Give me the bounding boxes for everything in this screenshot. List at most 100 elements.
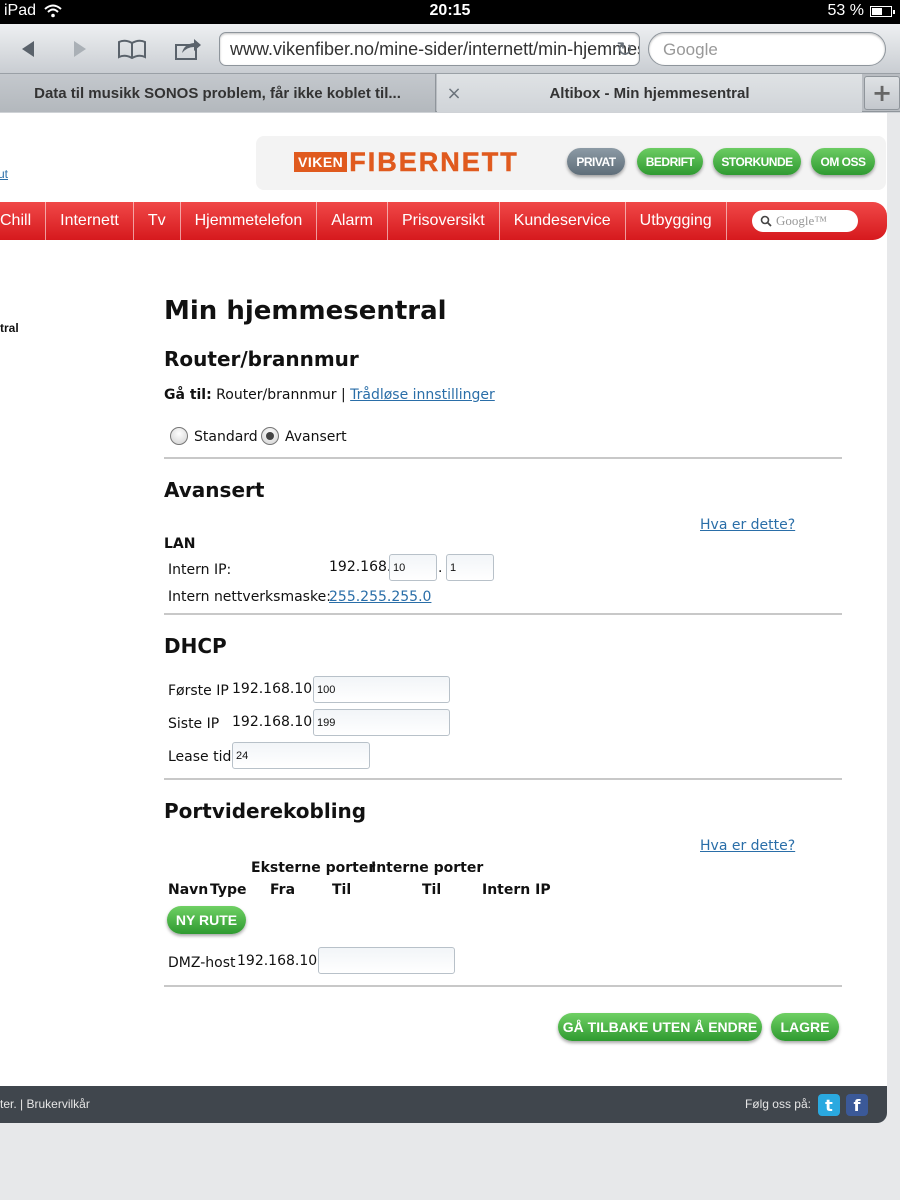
radio-avansert-label: Avansert — [285, 429, 347, 445]
tab-altibox[interactable]: Altibox - Min hjemmesentral — [437, 74, 862, 112]
menu-item-alarm[interactable]: Alarm — [317, 202, 388, 240]
menu-item-internett[interactable]: Internett — [46, 202, 134, 240]
radio-standard[interactable] — [170, 427, 188, 445]
help-link-lan[interactable]: Hva er dette? — [700, 517, 795, 533]
twitter-icon[interactable]: t — [818, 1094, 840, 1116]
dmz-host-input[interactable] — [318, 947, 455, 974]
tab-sonos-title: Data til musikk SONOS problem, får ikke … — [34, 84, 401, 102]
browser-search-field[interactable]: Google — [648, 32, 886, 66]
menu-item-chill[interactable]: Chill — [0, 202, 47, 240]
bookmarks-button[interactable] — [116, 34, 148, 64]
ny-rute-button[interactable]: NY RUTE — [167, 906, 246, 934]
footer-follow-label: Følg oss på: — [744, 1097, 811, 1111]
dmz-prefix: 192.168.10. — [237, 953, 322, 969]
dmz-label: DMZ-host — [168, 955, 236, 971]
back-button[interactable] — [12, 34, 44, 64]
col-group-internal: Interne porter — [371, 860, 484, 876]
menu-item-utbygging[interactable]: Utbygging — [626, 202, 727, 240]
nav-storkunde-button[interactable]: STORKUNDE — [713, 148, 801, 175]
netmask-value-link[interactable]: 255.255.255.0 — [329, 589, 431, 605]
col-header-navn: Navn — [168, 882, 209, 898]
menu-item-hjemmetelefon[interactable]: Hjemmetelefon — [181, 202, 318, 240]
forste-ip-prefix: 192.168.10. — [232, 681, 317, 697]
nav-privat-button[interactable]: PRIVAT — [567, 148, 625, 175]
side-logout-link[interactable]: ut — [0, 167, 8, 181]
radio-avansert[interactable] — [261, 427, 279, 445]
back-without-change-button[interactable]: GÅ TILBAKE UTEN Å ENDRE — [558, 1013, 762, 1041]
divider — [164, 457, 842, 459]
col-header-type: Type — [210, 882, 247, 898]
goto-separator: | — [340, 387, 346, 403]
menu-item-kundeservice[interactable]: Kundeservice — [500, 202, 626, 240]
siste-ip-input[interactable]: 199 — [313, 709, 450, 736]
netmask-label: Intern nettverksmaske: — [168, 589, 331, 605]
new-tab-button[interactable]: + — [864, 76, 900, 110]
siste-ip-label: Siste IP — [168, 716, 220, 732]
col-header-fra: Fra — [270, 882, 296, 898]
lease-input[interactable]: 24 — [232, 742, 370, 769]
section-title-portvidere: Portviderekobling — [164, 799, 367, 823]
intern-ip-octet3-input[interactable]: 10 — [389, 554, 437, 581]
goto-label: Gå til: — [164, 387, 212, 403]
col-header-til-internal: Til — [422, 882, 442, 898]
status-time: 20:15 — [429, 2, 471, 19]
radio-standard-label: Standard — [194, 429, 258, 445]
share-button[interactable] — [172, 34, 204, 64]
back-arrow-icon — [22, 41, 34, 57]
menu-item-tv[interactable]: Tv — [134, 202, 181, 240]
goto-wireless-link[interactable]: Trådløse innstillinger — [350, 387, 495, 403]
col-header-intern-ip: Intern IP — [482, 882, 551, 898]
divider — [164, 613, 842, 615]
lan-heading: LAN — [164, 536, 196, 552]
siste-ip-prefix: 192.168.10. — [232, 714, 317, 730]
forward-button[interactable] — [64, 34, 96, 64]
battery-icon — [870, 5, 895, 17]
main-menu: Chill Internett Tv Hjemmetelefon Alarm P… — [0, 202, 887, 240]
site-header: VIKEN FIBERNETT PRIVAT BEDRIFT STORKUNDE… — [256, 136, 886, 190]
battery-percent: 53 % — [827, 2, 864, 19]
page-sheet: ut VIKEN FIBERNETT PRIVAT BEDRIFT STORKU… — [0, 113, 887, 1123]
col-header-til: Til — [332, 882, 352, 898]
divider — [164, 985, 842, 987]
help-link-port[interactable]: Hva er dette? — [700, 838, 795, 854]
footer-text: ter. — [0, 1097, 17, 1111]
nav-om-oss-button[interactable]: OM OSS — [811, 148, 875, 175]
intern-ip-prefix: 192.168. — [329, 559, 392, 575]
intern-ip-octet4-input[interactable]: 1 — [446, 554, 494, 581]
reload-icon[interactable]: ↻ — [616, 37, 633, 62]
vikenfibernett-logo[interactable]: VIKEN FIBERNETT — [294, 146, 519, 177]
url-text: www.vikenfiber.no/mine-sider/internett/m… — [230, 39, 639, 59]
save-button[interactable]: LAGRE — [771, 1013, 839, 1041]
web-page: ut VIKEN FIBERNETT PRIVAT BEDRIFT STORKU… — [0, 113, 900, 1200]
tab-bar: Data til musikk SONOS problem, får ikke … — [0, 74, 900, 112]
share-icon — [175, 39, 201, 60]
browser-search-placeholder: Google — [663, 40, 718, 59]
site-search-input[interactable]: Google™ — [752, 210, 858, 232]
status-right: 53 % — [827, 2, 895, 20]
status-bar: iPad 20:15 53 % — [0, 0, 900, 24]
browser-toolbar: www.vikenfiber.no/mine-sider/internett/m… — [0, 24, 900, 74]
footer-terms-link[interactable]: Brukervilkår — [27, 1097, 90, 1111]
logo-viken: VIKEN — [294, 152, 348, 172]
tab-sonos[interactable]: Data til musikk SONOS problem, får ikke … — [0, 74, 436, 112]
intern-ip-label: Intern IP: — [168, 562, 232, 578]
section-title-avansert: Avansert — [164, 478, 265, 502]
footer-left: ter. | Brukervilkår — [0, 1097, 90, 1111]
nav-bedrift-button[interactable]: BEDRIFT — [637, 148, 703, 175]
goto-current: Router/brannmur — [216, 387, 337, 403]
side-menu-item[interactable]: tral — [0, 321, 19, 335]
forward-arrow-icon — [74, 41, 86, 57]
tab-close-icon[interactable]: × — [444, 74, 464, 112]
goto-row: Gå til: Router/brannmur | Trådløse innst… — [164, 387, 495, 403]
section-title-router: Router/brannmur — [164, 347, 359, 371]
facebook-icon[interactable]: f — [846, 1094, 868, 1116]
divider — [164, 778, 842, 780]
menu-item-prisoversikt[interactable]: Prisoversikt — [388, 202, 500, 240]
search-icon — [760, 215, 772, 227]
url-bar[interactable]: www.vikenfiber.no/mine-sider/internett/m… — [219, 32, 640, 66]
tab-altibox-title: Altibox - Min hjemmesentral — [549, 84, 750, 102]
lease-label: Lease tid — [168, 749, 232, 765]
footer-separator: | — [20, 1097, 24, 1111]
logo-fibernett: FIBERNETT — [349, 146, 519, 177]
forste-ip-input[interactable]: 100 — [313, 676, 450, 703]
